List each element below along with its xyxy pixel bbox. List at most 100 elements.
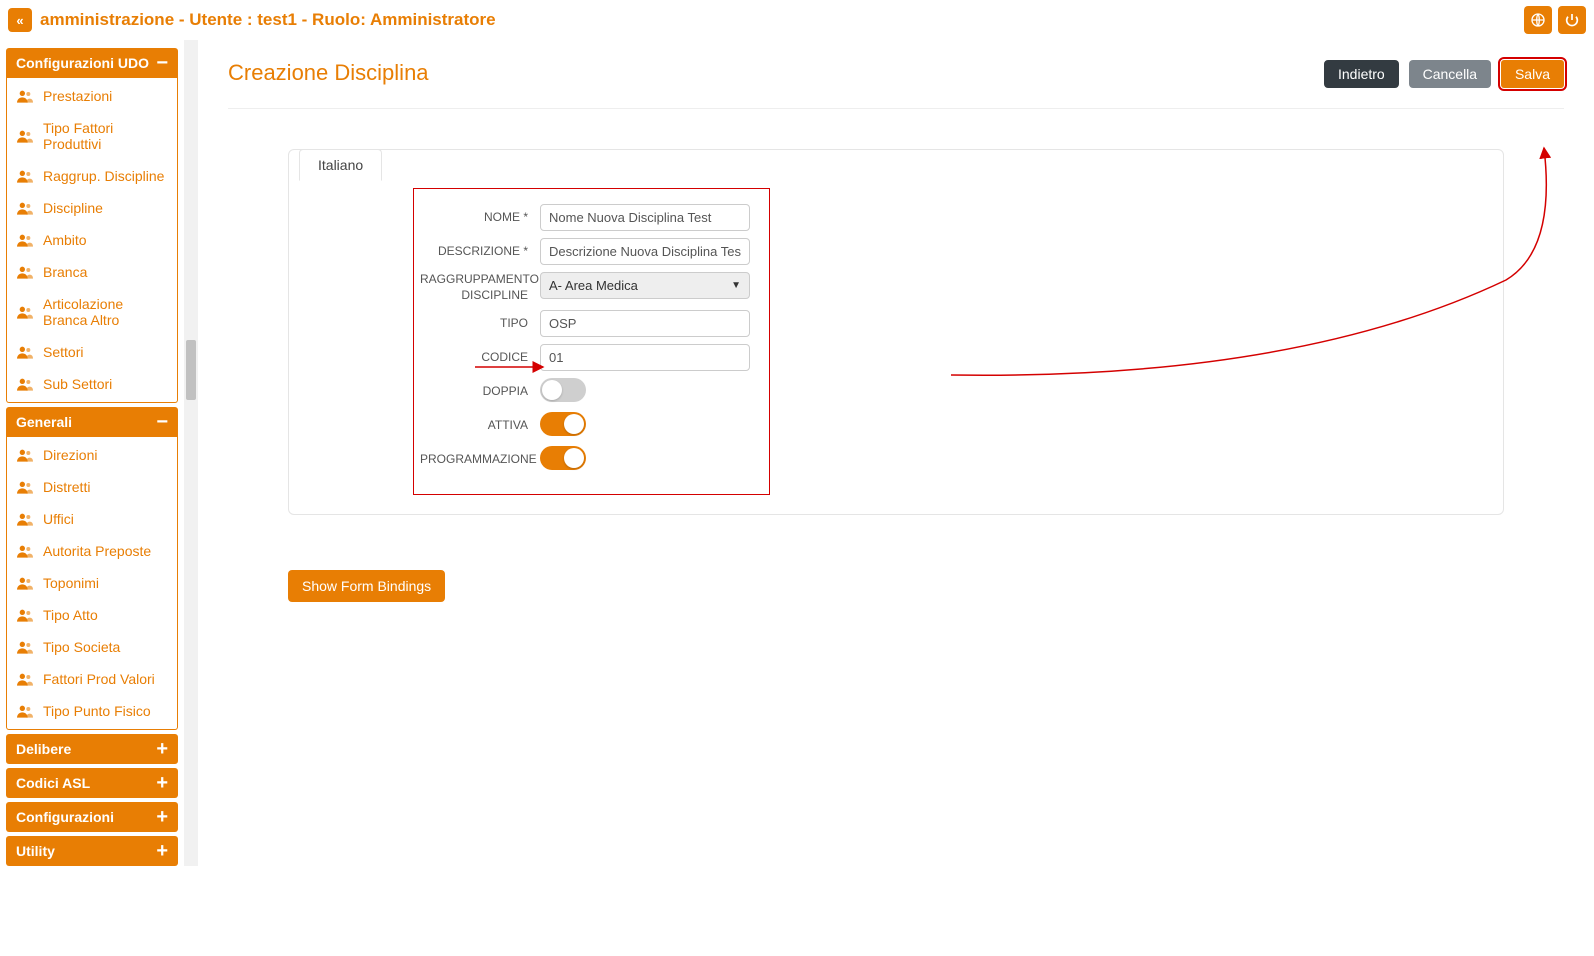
user-icon — [17, 265, 33, 279]
select-value: A- Area Medica — [549, 278, 638, 293]
form-highlight: NOME * DESCRIZIONE * RAGGRUPPAMENTO DISC… — [414, 189, 769, 494]
sidebar-item-tipo-atto[interactable]: Tipo Atto — [7, 599, 177, 631]
label-programmazione: PROGRAMMAZIONE — [420, 452, 540, 468]
sidebar-item-label: Raggrup. Discipline — [43, 168, 164, 184]
label-raggruppamento: RAGGRUPPAMENTO DISCIPLINE — [420, 272, 540, 303]
plus-icon: + — [156, 812, 168, 822]
action-buttons: Indietro Cancella Salva — [1318, 60, 1564, 88]
sidebar-item-distretti[interactable]: Distretti — [7, 471, 177, 503]
back-button[interactable]: Indietro — [1324, 60, 1399, 88]
sidebar-item-articolazione-branca-altro[interactable]: Articolazione Branca Altro — [7, 288, 177, 336]
sidebar-item-settori[interactable]: Settori — [7, 336, 177, 368]
descrizione-input[interactable] — [540, 238, 750, 265]
section-title: Utility — [16, 843, 55, 859]
sidebar-item-label: Fattori Prod Valori — [43, 671, 155, 687]
show-form-bindings-button[interactable]: Show Form Bindings — [288, 570, 445, 602]
user-icon — [17, 233, 33, 247]
sidebar-item-ambito[interactable]: Ambito — [7, 224, 177, 256]
sidebar-item-label: Uffici — [43, 511, 74, 527]
plus-icon: + — [156, 846, 168, 856]
sidebar-item-tipo-fattori-produttivi[interactable]: Tipo Fattori Produttivi — [7, 112, 177, 160]
page-title: Creazione Disciplina — [228, 60, 429, 86]
label-codice: CODICE — [420, 350, 540, 366]
label-nome: NOME * — [420, 210, 540, 226]
sidebar-item-discipline[interactable]: Discipline — [7, 192, 177, 224]
sidebar-item-label: Discipline — [43, 200, 103, 216]
section-title: Codici ASL — [16, 775, 90, 791]
tab-italiano[interactable]: Italiano — [299, 149, 382, 181]
label-descrizione: DESCRIZIONE * — [420, 244, 540, 260]
power-button[interactable] — [1558, 6, 1586, 34]
sidebar-item-label: Tipo Punto Fisico — [43, 703, 151, 719]
sidebar-item-toponimi[interactable]: Toponimi — [7, 567, 177, 599]
section-header-generali[interactable]: Generali − — [6, 407, 178, 437]
sidebar-item-autorita-preposte[interactable]: Autorita Preposte — [7, 535, 177, 567]
section-header-configurazioni-udo[interactable]: Configurazioni UDO − — [6, 48, 178, 78]
sidebar-item-tipo-societa[interactable]: Tipo Societa — [7, 631, 177, 663]
cancel-button[interactable]: Cancella — [1409, 60, 1491, 88]
section-header-configurazioni[interactable]: Configurazioni + — [6, 802, 178, 832]
section-header-codici-asl[interactable]: Codici ASL + — [6, 768, 178, 798]
user-icon — [17, 89, 33, 103]
section-body-generali: Direzioni Distretti Uffici Autorita Prep… — [6, 437, 178, 730]
sidebar-item-label: Toponimi — [43, 575, 99, 591]
save-button[interactable]: Salva — [1501, 60, 1564, 88]
user-icon — [17, 345, 33, 359]
sidebar-scrollbar[interactable] — [184, 40, 198, 866]
user-icon — [17, 480, 33, 494]
section-title: Generali — [16, 414, 72, 430]
main-content: Creazione Disciplina Indietro Cancella S… — [198, 40, 1594, 866]
sidebar-item-raggrup-discipline[interactable]: Raggrup. Discipline — [7, 160, 177, 192]
user-icon — [17, 544, 33, 558]
user-icon — [17, 129, 33, 143]
sidebar-item-branca[interactable]: Branca — [7, 256, 177, 288]
sidebar-item-sub-settori[interactable]: Sub Settori — [7, 368, 177, 400]
section-body-configurazioni-udo: Prestazioni Tipo Fattori Produttivi Ragg… — [6, 78, 178, 403]
raggruppamento-select[interactable]: A- Area Medica ▼ — [540, 272, 750, 299]
sidebar-item-label: Tipo Fattori Produttivi — [43, 120, 167, 152]
section-title: Configurazioni — [16, 809, 114, 825]
section-header-delibere[interactable]: Delibere + — [6, 734, 178, 764]
sidebar-item-label: Articolazione Branca Altro — [43, 296, 167, 328]
tipo-input[interactable] — [540, 310, 750, 337]
toggle-knob — [542, 380, 562, 400]
chevron-down-icon: ▼ — [731, 280, 741, 291]
sidebar-item-label: Autorita Preposte — [43, 543, 151, 559]
header-title: amministrazione - Utente : test1 - Ruolo… — [40, 10, 1518, 30]
user-icon — [17, 201, 33, 215]
sidebar-item-label: Tipo Societa — [43, 639, 120, 655]
user-icon — [17, 448, 33, 462]
user-icon — [17, 576, 33, 590]
toggle-knob — [564, 448, 584, 468]
scroll-thumb[interactable] — [186, 340, 196, 400]
chevron-left-double-icon: « — [16, 13, 23, 28]
sidebar-item-fattori-prod-valori[interactable]: Fattori Prod Valori — [7, 663, 177, 695]
sidebar-item-label: Direzioni — [43, 447, 97, 463]
sidebar-item-prestazioni[interactable]: Prestazioni — [7, 80, 177, 112]
label-doppia: DOPPIA — [420, 384, 540, 400]
minus-icon: − — [156, 417, 168, 427]
user-icon — [17, 704, 33, 718]
sidebar-item-label: Sub Settori — [43, 376, 112, 392]
sidebar-item-direzioni[interactable]: Direzioni — [7, 439, 177, 471]
page-header: Creazione Disciplina Indietro Cancella S… — [228, 60, 1564, 109]
section-header-utility[interactable]: Utility + — [6, 836, 178, 866]
globe-button[interactable] — [1524, 6, 1552, 34]
sidebar: Configurazioni UDO − Prestazioni Tipo Fa… — [0, 40, 184, 866]
programmazione-toggle[interactable] — [540, 446, 586, 470]
sidebar-item-label: Branca — [43, 264, 87, 280]
sidebar-item-tipo-punto-fisico[interactable]: Tipo Punto Fisico — [7, 695, 177, 727]
user-icon — [17, 512, 33, 526]
user-icon — [17, 672, 33, 686]
codice-input[interactable] — [540, 344, 750, 371]
section-title: Configurazioni UDO — [16, 55, 149, 71]
globe-icon — [1530, 12, 1546, 28]
attiva-toggle[interactable] — [540, 412, 586, 436]
sidebar-item-uffici[interactable]: Uffici — [7, 503, 177, 535]
form-card: Italiano NOME * DESCRIZIONE * RAG — [288, 149, 1504, 515]
plus-icon: + — [156, 744, 168, 754]
nome-input[interactable] — [540, 204, 750, 231]
sidebar-collapse-button[interactable]: « — [8, 8, 32, 32]
section-title: Delibere — [16, 741, 71, 757]
doppia-toggle[interactable] — [540, 378, 586, 402]
